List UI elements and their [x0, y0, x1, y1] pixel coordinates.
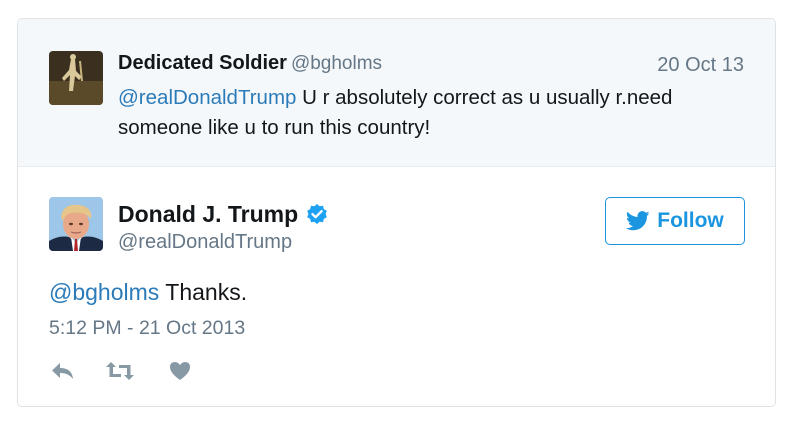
quoted-tweet[interactable]: Dedicated Soldier @bgholms 20 Oct 13 @rea…	[18, 19, 775, 167]
twitter-bird-icon	[626, 211, 650, 231]
tweet-actions	[49, 359, 193, 383]
quoted-author-avatar[interactable]	[49, 51, 103, 105]
quoted-text-line2: someone like u to run this country!	[118, 116, 431, 139]
tweet-timestamp[interactable]: 5:12 PM - 21 Oct 2013	[49, 317, 245, 340]
embedded-tweet-card: Dedicated Soldier @bgholms 20 Oct 13 @rea…	[17, 18, 776, 407]
tweet-text-body: Thanks.	[159, 279, 248, 305]
verified-badge-icon	[305, 203, 329, 227]
quoted-author-display-name[interactable]: Dedicated Soldier	[118, 52, 287, 74]
tweet-author-avatar[interactable]	[49, 197, 103, 251]
quoted-author-name[interactable]: Dedicated Soldier @bgholms	[118, 52, 382, 75]
reply-icon[interactable]	[49, 359, 77, 383]
quoted-mention-link[interactable]: @realDonaldTrump	[118, 86, 296, 109]
quoted-tweet-date[interactable]: 20 Oct 13	[657, 54, 744, 77]
tweet-author-display-name[interactable]: Donald J. Trump	[118, 201, 298, 228]
quoted-author-handle[interactable]: @bgholms	[291, 53, 382, 74]
tweet-author-handle[interactable]: @realDonaldTrump	[118, 231, 292, 254]
tweet-mention-link[interactable]: @bgholms	[49, 279, 159, 305]
quoted-tweet-text: @realDonaldTrump U r absolutely correct …	[118, 83, 718, 143]
heart-icon[interactable]	[167, 359, 193, 383]
tweet-author-name[interactable]: Donald J. Trump	[118, 201, 329, 228]
retweet-icon[interactable]	[103, 359, 137, 383]
follow-button-label: Follow	[657, 209, 724, 232]
follow-button[interactable]: Follow	[605, 197, 745, 245]
quoted-text-line1: U r absolutely correct as u usually r.ne…	[296, 86, 673, 109]
tweet-text: @bgholms Thanks.	[49, 279, 247, 306]
